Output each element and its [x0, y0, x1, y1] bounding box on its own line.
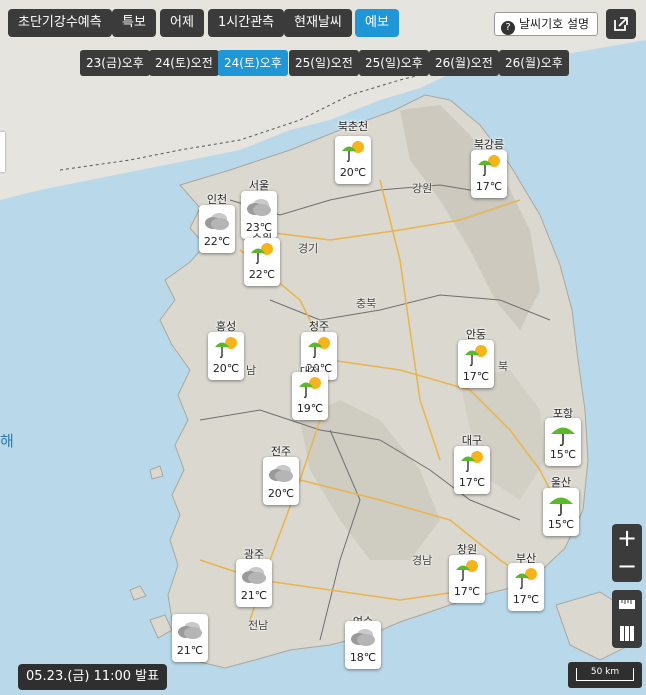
sun-rain-icon: [456, 560, 478, 582]
region-label-chungnam: 남: [246, 364, 257, 377]
umbrella-icon: [551, 427, 575, 447]
cloudy-icon: [269, 465, 293, 482]
temperature-pohang: 15℃: [549, 448, 577, 461]
tab-nowcast-precipitation[interactable]: 초단기강수예측: [8, 9, 112, 37]
external-link-icon: [614, 17, 628, 31]
weather-marker-busan[interactable]: 17℃: [508, 563, 544, 611]
temperature-jeonju: 20℃: [267, 487, 295, 500]
time-tab-26-am[interactable]: 26(월)오전: [429, 50, 499, 76]
temperature-bukchuncheon: 20℃: [339, 166, 367, 179]
weather-marker-bukgangneung[interactable]: 17℃: [471, 150, 507, 198]
region-label-gyeonggi: 경기: [298, 242, 319, 255]
temperature-yeosu: 18℃: [349, 651, 377, 664]
temperature-incheon: 22℃: [203, 235, 231, 248]
weather-marker-suwon[interactable]: 22℃: [244, 238, 280, 286]
tab-current-weather[interactable]: 현재날씨: [284, 9, 352, 37]
time-tab-25-pm[interactable]: 25(일)오후: [359, 50, 429, 76]
temperature-andong: 17℃: [462, 370, 490, 383]
tab-forecast[interactable]: 예보: [355, 9, 399, 37]
zoom-controls: + −: [612, 524, 642, 582]
weather-legend-label: 날씨기호 설명: [519, 17, 590, 31]
sun-rain-icon: [461, 451, 483, 473]
sun-rain-icon: [465, 345, 487, 367]
temperature-mokpo: 21℃: [176, 644, 204, 657]
tab-warnings[interactable]: 특보: [112, 9, 156, 37]
left-panel-tab[interactable]: [0, 132, 5, 172]
weather-marker-pohang[interactable]: 15℃: [545, 418, 581, 466]
weather-marker-mokpo[interactable]: 21℃: [172, 614, 208, 662]
issued-time: 05.23.(금) 11:00 발표: [18, 664, 168, 690]
sun-rain-icon: [215, 337, 237, 359]
weather-marker-jeonju[interactable]: 20℃: [263, 457, 299, 505]
weather-marker-incheon[interactable]: 22℃: [199, 205, 235, 253]
open-external-button[interactable]: [606, 9, 636, 39]
time-tab-23-pm[interactable]: 23(금)오후: [80, 50, 150, 76]
sea-label: 해: [0, 432, 14, 450]
sun-rain-icon: [478, 155, 500, 177]
question-icon: ?: [501, 21, 515, 35]
region-label-gyeongbuk: 북: [498, 360, 509, 373]
time-tab-26-pm[interactable]: 26(월)오후: [499, 50, 569, 76]
cloudy-icon: [247, 199, 271, 216]
scale-bar: 50 km: [568, 662, 642, 688]
weather-marker-bukchuncheon[interactable]: 20℃: [335, 136, 371, 184]
sun-rain-icon: [342, 141, 364, 163]
weather-marker-hongseong[interactable]: 20℃: [208, 332, 244, 380]
region-label-gyeongnam: 경남: [412, 554, 433, 567]
sun-rain-icon: [308, 337, 330, 359]
weather-marker-daegu[interactable]: 17℃: [454, 446, 490, 494]
weather-marker-andong[interactable]: 17℃: [458, 340, 494, 388]
temperature-changwon: 17℃: [453, 585, 481, 598]
weather-marker-yeosu[interactable]: 18℃: [345, 621, 381, 669]
time-tab-24-am[interactable]: 24(토)오전: [149, 50, 219, 76]
cloudy-icon: [242, 567, 266, 584]
temperature-daegu: 17℃: [458, 476, 486, 489]
sun-rain-icon: [299, 377, 321, 399]
zoom-out-button[interactable]: −: [612, 553, 642, 582]
weather-marker-daejeon[interactable]: 19℃: [292, 372, 328, 420]
temperature-hongseong: 20℃: [212, 362, 240, 375]
zoom-in-button[interactable]: +: [612, 524, 642, 553]
scale-label: 50 km: [590, 667, 620, 677]
weather-legend-button[interactable]: ? 날씨기호 설명: [494, 12, 599, 36]
region-label-gangwon: 강원: [412, 182, 433, 195]
region-label-chungbuk: 충북: [356, 297, 377, 310]
weather-marker-gwangju[interactable]: 21℃: [236, 559, 272, 607]
temperature-bukgangneung: 17℃: [475, 180, 503, 193]
temperature-daejeon: 19℃: [296, 402, 324, 415]
temperature-suwon: 22℃: [248, 268, 276, 281]
weather-marker-ulsan[interactable]: 15℃: [543, 488, 579, 536]
region-label-jeonnam: 전남: [248, 619, 269, 632]
map-layers-icon: [620, 626, 634, 641]
time-tab-25-am[interactable]: 25(일)오전: [289, 50, 359, 76]
temperature-busan: 17℃: [512, 593, 540, 606]
ruler-icon: [619, 600, 635, 609]
cloudy-icon: [205, 213, 229, 230]
weather-marker-changwon[interactable]: 17℃: [449, 555, 485, 603]
temperature-ulsan: 15℃: [547, 518, 575, 531]
umbrella-icon: [549, 497, 573, 517]
cloudy-icon: [351, 629, 375, 646]
tab-hourly-observation[interactable]: 1시간관측: [208, 9, 285, 37]
cloudy-icon: [178, 622, 202, 639]
sun-rain-icon: [251, 243, 273, 265]
city-label-bukchuncheon: 북춘천: [337, 120, 369, 133]
sun-rain-icon: [515, 568, 537, 590]
tab-yesterday[interactable]: 어제: [160, 9, 204, 37]
ruler-button[interactable]: [612, 590, 642, 619]
time-tab-24-pm[interactable]: 24(토)오후: [218, 50, 288, 76]
map-tools: [612, 590, 642, 648]
temperature-gwangju: 21℃: [240, 589, 268, 602]
layers-button[interactable]: [612, 619, 642, 648]
